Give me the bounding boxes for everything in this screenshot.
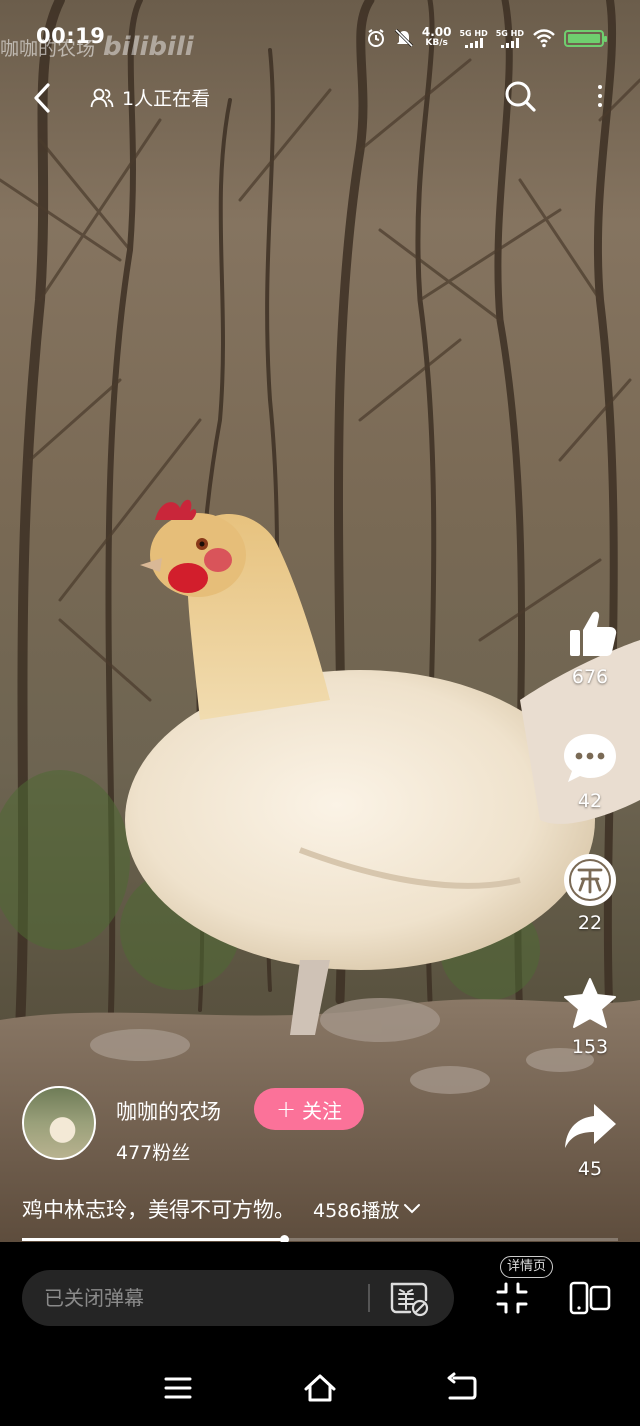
caption-text: 鸡中林志玲，美得不可方物。: [22, 1198, 295, 1222]
follow-label: 关注: [302, 1098, 343, 1123]
divider: [368, 1284, 370, 1312]
menu-button[interactable]: [160, 1370, 196, 1406]
signal-2-icon: 5G HD: [496, 29, 524, 48]
alarm-icon: [367, 29, 384, 47]
coin-button[interactable]: 22: [552, 852, 628, 934]
fans-count: 477粉丝: [116, 1142, 191, 1164]
viewers-count: 1人正在看: [90, 84, 210, 111]
search-icon: [505, 81, 536, 112]
wifi-icon: [533, 29, 555, 48]
author-info: 咖咖的农场 477粉丝 + 关注: [22, 1086, 422, 1164]
danmaku-bar: [22, 1270, 454, 1326]
fullscreen-exit-button[interactable]: [494, 1280, 530, 1316]
share-button[interactable]: 45: [552, 1098, 628, 1180]
return-icon: [447, 1372, 477, 1400]
status-time: 00:19: [36, 24, 106, 48]
menu-icon: [164, 1377, 192, 1399]
viewers-icon: [90, 88, 114, 107]
favorite-button[interactable]: 153: [552, 976, 628, 1058]
play-count[interactable]: 4586播放: [313, 1196, 421, 1223]
landscape-button[interactable]: [568, 1280, 612, 1316]
danmaku-off-icon: [390, 1282, 429, 1317]
star-icon: [564, 978, 616, 1028]
chevron-down-icon: [404, 1204, 421, 1214]
signal-1-icon: 5G HD: [459, 29, 488, 48]
mute-icon: [394, 28, 413, 48]
more-icon: [598, 85, 602, 89]
more-button[interactable]: [588, 78, 612, 114]
home-icon: [304, 1374, 336, 1402]
net-speed: 4.00 KB/s: [421, 25, 452, 48]
search-button[interactable]: [502, 78, 538, 114]
battery-icon: [564, 29, 607, 47]
video-caption[interactable]: 鸡中林志玲，美得不可方物。 4586播放: [22, 1194, 421, 1224]
back-icon: [34, 83, 50, 113]
danmaku-input[interactable]: [44, 1270, 364, 1326]
plus-icon: +: [275, 1095, 297, 1123]
system-nav-bar: [0, 1342, 640, 1426]
author-name[interactable]: 咖咖的农场: [116, 1096, 221, 1126]
status-bar: 咖咖的农场 bilibili 00:19 4.00 KB/s 5G HD 5G H…: [0, 0, 640, 66]
top-nav: 1人正在看: [0, 72, 640, 122]
bottom-bar: 详情页: [0, 1242, 640, 1342]
progress-bar[interactable]: [22, 1235, 618, 1244]
avatar[interactable]: [22, 1086, 96, 1160]
progress-fill: [22, 1238, 285, 1241]
video-player[interactable]: [0, 0, 640, 1242]
like-button[interactable]: 676: [552, 606, 628, 688]
back-nav-button[interactable]: [444, 1370, 480, 1406]
comment-icon: [564, 734, 616, 782]
video-frame: [0, 0, 640, 1242]
collapse-icon: [496, 1282, 528, 1314]
detail-page-tag[interactable]: 详情页: [500, 1256, 554, 1278]
rotate-screen-icon: [569, 1281, 611, 1315]
home-button[interactable]: [302, 1370, 338, 1406]
back-button[interactable]: [24, 80, 60, 116]
coin-icon: [564, 854, 616, 906]
share-icon: [565, 1104, 616, 1148]
follow-button[interactable]: + 关注: [254, 1088, 364, 1130]
danmaku-toggle-button[interactable]: [388, 1278, 429, 1318]
comment-button[interactable]: 42: [552, 730, 628, 812]
thumbs-up-icon: [570, 611, 617, 656]
